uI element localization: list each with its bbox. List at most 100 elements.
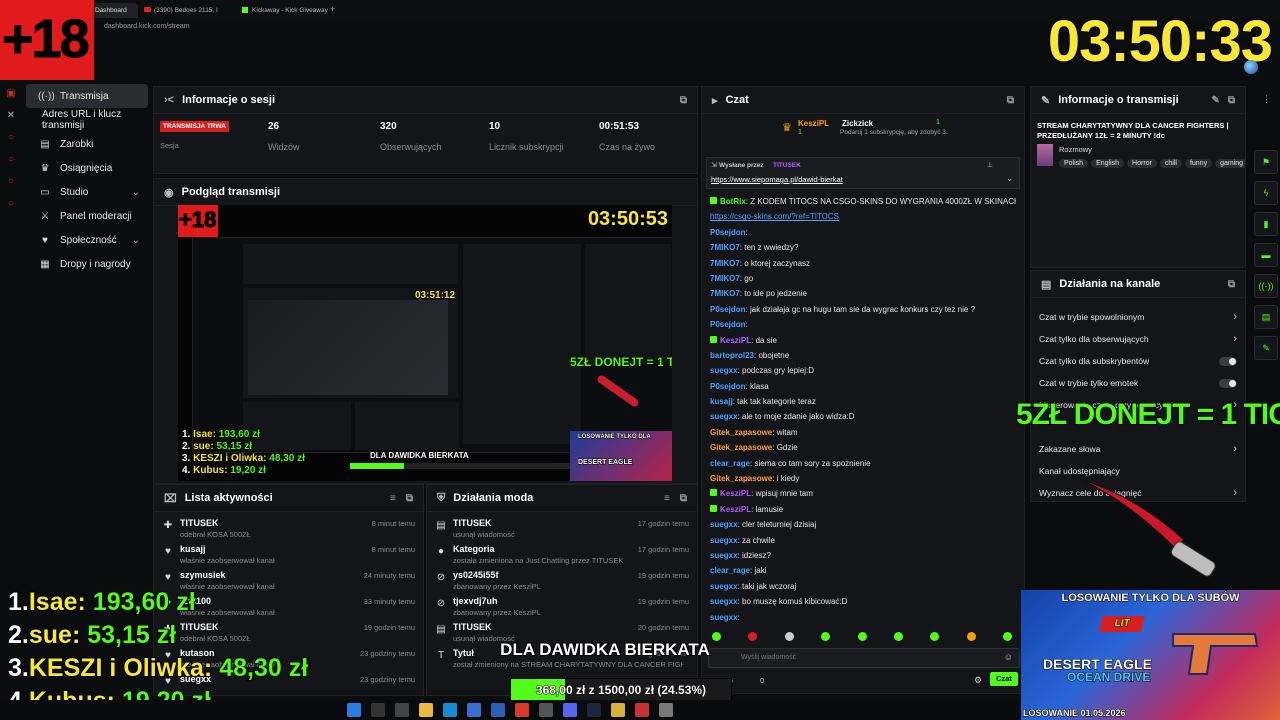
steam-icon[interactable]: [587, 703, 601, 717]
sidebar-item-spolecznosc[interactable]: ♥ Społeczność ⌄: [26, 228, 148, 252]
chat-username[interactable]: suegxx: [710, 366, 738, 375]
more-icon[interactable]: ⋮: [1262, 94, 1271, 105]
chat-message[interactable]: P0sejdon: jak działaja gc na hugu tam si…: [710, 305, 1016, 320]
chat-username[interactable]: suegxx: [710, 536, 738, 545]
shield-icon[interactable]: ▮: [1254, 212, 1278, 236]
tag-chip[interactable]: Horror: [1127, 159, 1157, 168]
chevron-down-icon[interactable]: ⌄: [1006, 174, 1013, 183]
sidebar-item-dropy[interactable]: ▦ Dropy i nagrody: [26, 252, 148, 276]
chat-message[interactable]: Gitek_zapasowe: Gdzie: [710, 443, 1016, 458]
tag-chip[interactable]: gaming: [1215, 159, 1245, 168]
channel-action-row[interactable]: Czat w trybie tylko emotek: [1031, 372, 1245, 394]
chat-username[interactable]: 7MIKO7: [710, 289, 740, 298]
chat-username[interactable]: KesziPL: [720, 336, 751, 345]
pinned-link[interactable]: https://www.siepomaga.pl/dawid-bierkat: [711, 175, 843, 184]
chat-username[interactable]: P0sejdon: [710, 228, 746, 237]
store-icon[interactable]: [467, 703, 481, 717]
chat-username[interactable]: clear_rage: [710, 459, 750, 468]
emote-icon[interactable]: [930, 632, 940, 641]
chat-message[interactable]: 7MIKO7: to ide po jedzenie: [710, 289, 1016, 304]
x-icon[interactable]: ✕: [4, 110, 18, 124]
chat-message[interactable]: suegxx:: [710, 613, 1016, 627]
edit-icon[interactable]: ✎: [1211, 95, 1219, 106]
tag-chip[interactable]: chill: [1159, 159, 1182, 168]
circle-icon[interactable]: ○: [4, 176, 18, 190]
chat-message[interactable]: Gitek_zapasowe: witam: [710, 428, 1016, 443]
chat-message[interactable]: P0sejdon:: [710, 320, 1016, 335]
chat-username[interactable]: P0sejdon: [710, 320, 746, 329]
chat-message[interactable]: P0sejdon:: [710, 228, 1016, 243]
chat-username[interactable]: suegxx: [710, 412, 738, 421]
lightning-icon[interactable]: ϟ: [1254, 181, 1278, 205]
chat-message[interactable]: bartoprol23: obojetne: [710, 351, 1016, 366]
tag-chip[interactable]: English: [1091, 159, 1125, 168]
obs-icon[interactable]: [539, 703, 553, 717]
app-icon[interactable]: [611, 703, 625, 717]
chat-username[interactable]: Gitek_zapasowe: [710, 474, 772, 483]
chat-message[interactable]: KesziPL: wpisuj mnie tam: [710, 489, 1016, 504]
explorer-icon[interactable]: [419, 703, 433, 717]
emote-icon[interactable]: [857, 632, 867, 641]
emote-icon[interactable]: [893, 632, 903, 641]
chat-bubble-icon[interactable]: ▬: [1254, 243, 1278, 267]
chat-message[interactable]: suegxx: za chwile: [710, 536, 1016, 551]
sidebar-item-osiagniecia[interactable]: ♛ Osiągnięcia: [26, 156, 148, 180]
pinned-message[interactable]: ⇲ Wysłane przez TITUSEK https://www.siep…: [706, 157, 1020, 189]
chat-username[interactable]: KesziPL: [720, 489, 751, 498]
sidebar-item-panel-moderacji[interactable]: ⚔ Panel moderacji: [26, 204, 148, 228]
emote-icon[interactable]: [784, 632, 794, 641]
chat-message[interactable]: suegxx: idziesz?: [710, 551, 1016, 566]
chat-username[interactable]: KesziPL: [720, 505, 751, 514]
edge-icon[interactable]: [443, 703, 457, 717]
tool-button[interactable]: ⚑: [1254, 150, 1278, 174]
circle-icon[interactable]: ○: [4, 198, 18, 212]
chat-message[interactable]: clear_rage: jaki: [710, 566, 1016, 581]
popout-icon[interactable]: ⧉: [680, 95, 687, 106]
sidebar-item-transmisja[interactable]: ((·)) Transmisja: [26, 84, 148, 108]
tab-youtube[interactable]: (3390) Bedoes 2115, I: [142, 3, 236, 18]
new-tab-button[interactable]: +: [330, 4, 335, 14]
chat-message[interactable]: suegxx: podczas gry lepiej:D: [710, 366, 1016, 381]
popout-icon[interactable]: ⧉: [1228, 95, 1235, 106]
circle-icon[interactable]: ○: [4, 132, 18, 146]
chat-username[interactable]: 7MIKO7: [710, 274, 740, 283]
wrench-icon[interactable]: ✎: [1254, 336, 1278, 360]
toggle-switch[interactable]: [1219, 378, 1237, 388]
chat-username[interactable]: suegxx: [710, 613, 738, 622]
chat-username[interactable]: Gitek_zapasowe: [710, 443, 772, 452]
pin-toggle-icon[interactable]: ⊥: [987, 161, 993, 169]
chat-username[interactable]: suegxx: [710, 597, 738, 606]
search-icon[interactable]: [371, 703, 385, 717]
sidebar-item-stream-key[interactable]: Adres URL i klucz transmisji: [26, 108, 148, 132]
preview-video[interactable]: +18 03:50:53 03:51:12 5ZŁ DONEJT = 1 TIC…: [178, 205, 672, 481]
popout-icon[interactable]: ⧉: [406, 493, 413, 504]
chat-message[interactable]: clear_rage: siema co tam sory za spoznie…: [710, 459, 1016, 474]
chat-username[interactable]: suegxx: [710, 551, 738, 560]
channel-action-row[interactable]: Czat tylko dla subskrybentów: [1031, 350, 1245, 372]
chat-message[interactable]: kusajj: tak tak kategorie teraz: [710, 397, 1016, 412]
chat-message[interactable]: suegxx: taki jak wczoraj: [710, 582, 1016, 597]
filter-icon[interactable]: ≡: [390, 493, 396, 504]
popout-icon[interactable]: ⧉: [1228, 279, 1235, 290]
sidebar-item-zarobki[interactable]: ▤ Zarobki: [26, 132, 148, 156]
popout-icon[interactable]: ⧉: [680, 493, 687, 504]
chat-message[interactable]: KesziPL: lamusie: [710, 504, 1016, 520]
tag-chip[interactable]: Polish: [1059, 159, 1089, 168]
toggle-switch[interactable]: [1219, 356, 1237, 366]
emoji-icon[interactable]: ☺: [1004, 652, 1013, 662]
chat-message[interactable]: suegxx: cler teleturniej dzisiaj: [710, 520, 1016, 535]
chat-username[interactable]: suegxx: [710, 582, 738, 591]
chat-username[interactable]: kusajj: [710, 397, 733, 406]
app-icon[interactable]: [659, 703, 673, 717]
trash-icon[interactable]: ▤: [1254, 305, 1278, 329]
chat-message[interactable]: 7MIKO7: ten z wwiedzy?: [710, 243, 1016, 258]
chat-message[interactable]: Gitek_zapasowe: i kiedy: [710, 474, 1016, 489]
chat-message[interactable]: suegxx: ale to moje zdanie jako widza:D: [710, 412, 1016, 427]
address-bar[interactable]: dashboard.kick.com/stream: [96, 20, 396, 34]
channel-action-row[interactable]: Czat tylko dla obserwujących ›: [1031, 328, 1245, 350]
mail-icon[interactable]: [491, 703, 505, 717]
chat-message[interactable]: 7MIKO7: o ktorej zaczynasz: [710, 259, 1016, 274]
square-icon[interactable]: ▣: [4, 88, 18, 102]
chat-username[interactable]: suegxx: [710, 520, 738, 529]
send-chat-button[interactable]: Czat: [990, 672, 1018, 686]
